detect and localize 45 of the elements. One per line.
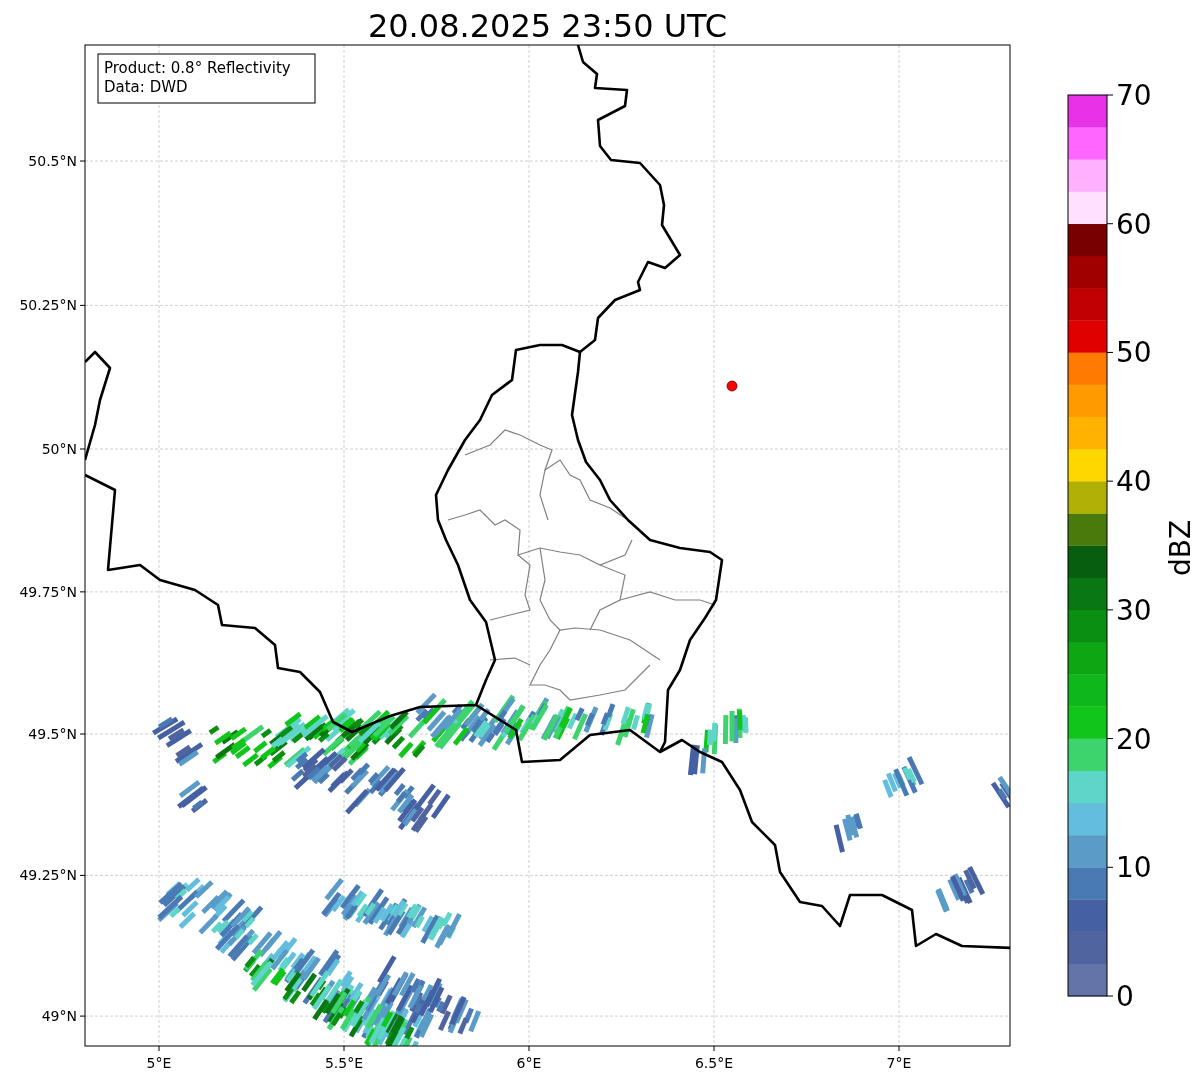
longitude-label: 6.5°E xyxy=(694,1055,734,1071)
longitude-label: 5.5°E xyxy=(324,1055,364,1071)
axis-tick xyxy=(79,874,86,876)
colorbar-tick xyxy=(1106,866,1114,868)
axis-tick xyxy=(79,1015,86,1017)
figure-title: 20.08.2025 23:50 UTC xyxy=(367,7,728,45)
colorbar-label: 70 xyxy=(1116,79,1152,112)
axis-tick xyxy=(79,304,86,306)
latitude-label: 49°N xyxy=(41,1008,77,1025)
longitude-label: 6°E xyxy=(516,1055,542,1071)
axis-tick xyxy=(343,1045,345,1052)
colorbar-tick xyxy=(1106,223,1114,225)
colorbar-tick xyxy=(1106,351,1114,353)
colorbar-tick xyxy=(1106,609,1114,611)
longitude-label: 5°E xyxy=(146,1055,172,1071)
colorbar-label: 40 xyxy=(1116,465,1152,499)
axis-tick xyxy=(713,1045,715,1052)
colorbar-label: 30 xyxy=(1116,593,1152,627)
axis-tick xyxy=(158,1045,160,1052)
latitude-label: 50.5°N xyxy=(28,153,77,169)
latitude-label: 49.25°N xyxy=(19,867,77,884)
axis-tick xyxy=(79,448,86,450)
axis-tick xyxy=(79,591,86,593)
info-text: Product: 0.8° Reflectivity xyxy=(104,59,291,77)
latitude-label: 49.75°N xyxy=(19,583,77,600)
info-text: Data: DWD xyxy=(104,78,188,96)
colorbar-label: 10 xyxy=(1116,851,1152,885)
colorbar-tick xyxy=(1106,480,1114,482)
colorbar-label: 50 xyxy=(1116,336,1152,370)
colorbar-label: 0 xyxy=(1116,980,1134,1013)
axis-tick xyxy=(528,1045,530,1052)
latitude-label: 50°N xyxy=(41,441,77,457)
axis-tick xyxy=(79,733,86,735)
colorbar-label: 20 xyxy=(1116,722,1152,756)
colorbar-title: dBZ xyxy=(1164,519,1197,577)
colorbar-tick xyxy=(1106,995,1114,997)
axis-tick xyxy=(79,160,86,162)
latitude-label: 49.5°N xyxy=(28,726,77,742)
colorbar-tick xyxy=(1106,94,1114,96)
axis-tick xyxy=(898,1045,900,1052)
radar-site-marker xyxy=(726,380,738,392)
colorbar-tick xyxy=(1106,738,1114,740)
latitude-label: 50.25°N xyxy=(19,297,77,314)
colorbar-label: 60 xyxy=(1116,207,1152,241)
longitude-label: 7°E xyxy=(886,1055,912,1071)
